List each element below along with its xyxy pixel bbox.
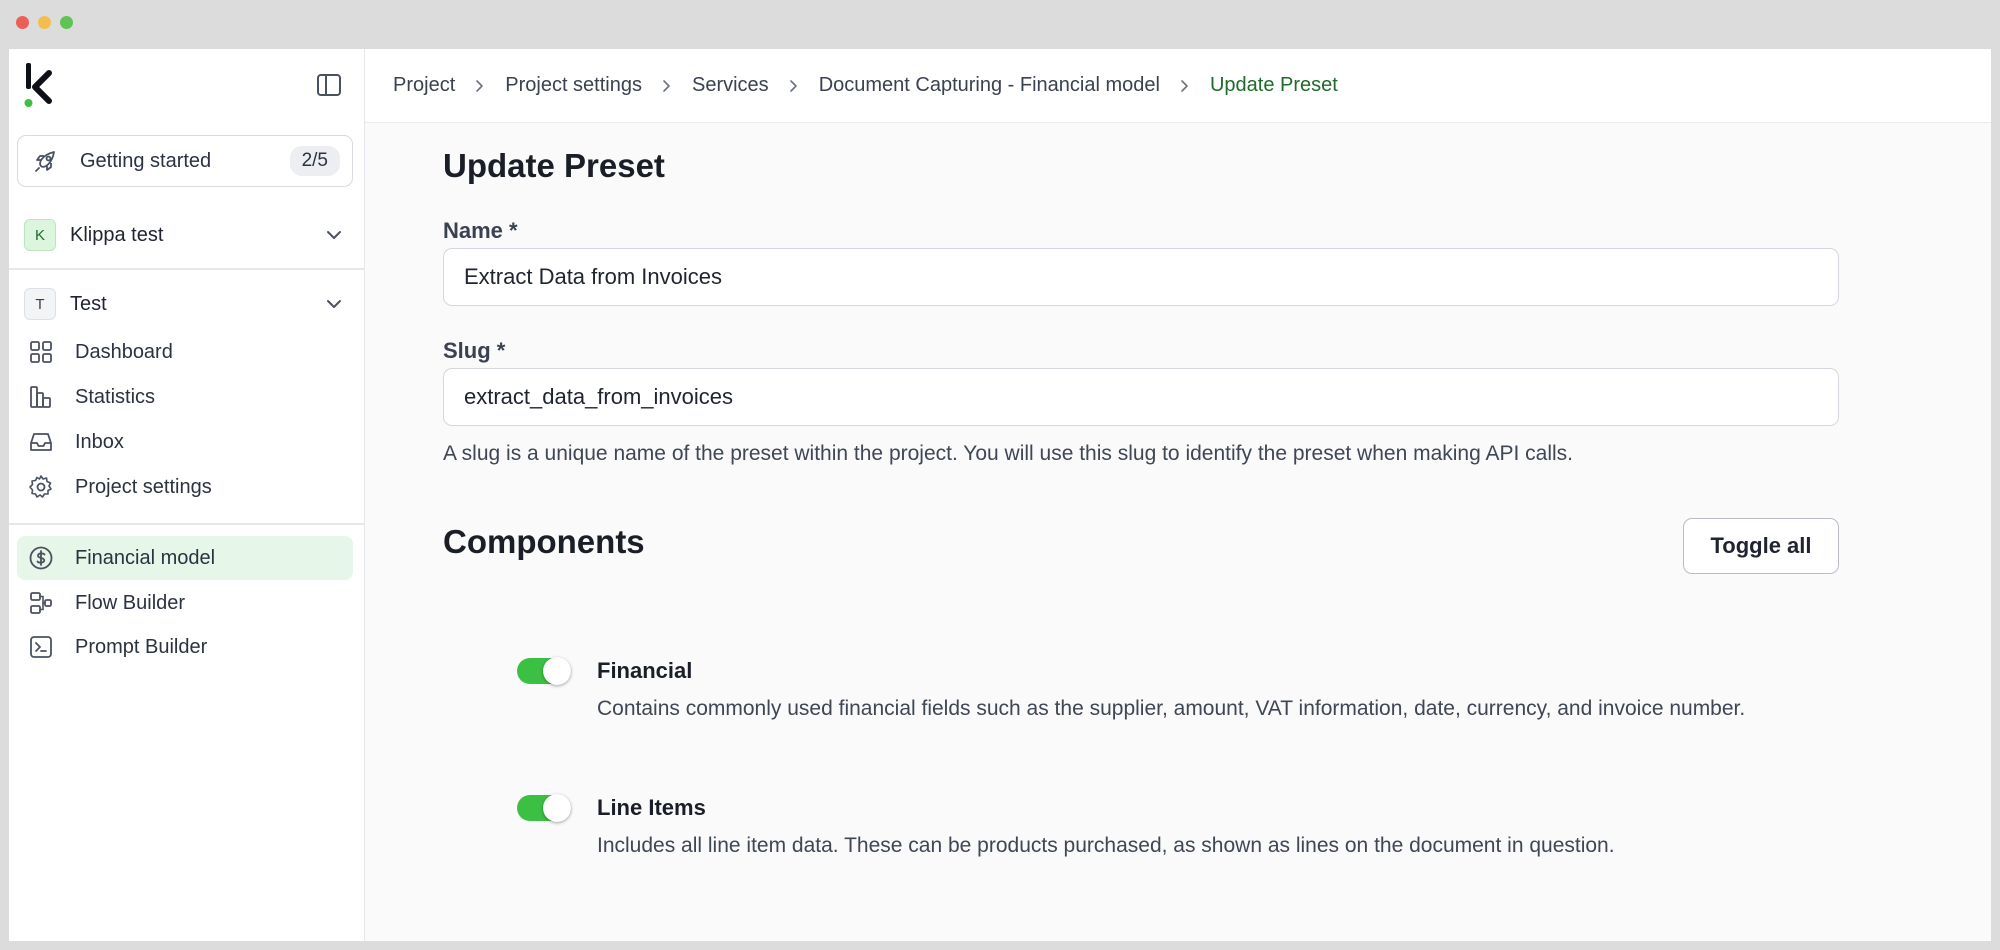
inbox-tray-icon bbox=[30, 433, 52, 451]
close-window-button[interactable] bbox=[16, 16, 29, 29]
sidebar-item-label: Statistics bbox=[75, 385, 156, 408]
getting-started-progress-badge: 2/5 bbox=[289, 146, 340, 176]
sidebar-collapse-icon[interactable] bbox=[315, 71, 343, 99]
breadcrumb-services[interactable]: Services bbox=[692, 74, 769, 97]
component-description: Contains commonly used financial fields … bbox=[597, 697, 1746, 720]
project-avatar: T bbox=[24, 288, 56, 320]
component-title: Line Items bbox=[597, 795, 706, 820]
toggle-knob bbox=[543, 657, 571, 685]
sidebar-item-project-settings[interactable]: Project settings bbox=[17, 465, 353, 509]
component-title: Financial bbox=[597, 658, 693, 683]
component-toggle-switch[interactable] bbox=[517, 794, 571, 822]
project-selector[interactable]: T Test bbox=[9, 278, 365, 330]
component-toggle-switch[interactable] bbox=[517, 657, 571, 685]
breadcrumb-project[interactable]: Project bbox=[393, 74, 455, 97]
components-section-title: Components bbox=[443, 523, 645, 560]
gear-icon bbox=[29, 475, 52, 498]
chevron-down-icon bbox=[327, 231, 341, 239]
sidebar-item-prompt-builder[interactable]: Prompt Builder bbox=[17, 625, 353, 669]
window-controls bbox=[16, 16, 73, 29]
chevron-down-icon bbox=[327, 300, 341, 308]
page-title: Update Preset bbox=[443, 147, 665, 184]
chevron-right-icon bbox=[789, 79, 797, 92]
sidebar-item-inbox[interactable]: Inbox bbox=[17, 420, 353, 464]
project-name: Test bbox=[70, 292, 107, 315]
organization-selector[interactable]: K Klippa test bbox=[9, 209, 365, 261]
getting-started-button[interactable]: Getting started 2/5 bbox=[17, 135, 353, 187]
main-content: Project Project settings Services Docume… bbox=[365, 49, 1991, 941]
chevron-right-icon bbox=[476, 79, 484, 92]
organization-name: Klippa test bbox=[70, 223, 164, 246]
component-description: Includes all line item data. These can b… bbox=[597, 834, 1615, 857]
organization-avatar: K bbox=[24, 219, 56, 251]
name-field-label: Name * bbox=[443, 218, 518, 243]
toggle-knob bbox=[543, 794, 571, 822]
breadcrumb-service[interactable]: Document Capturing - Financial model bbox=[819, 74, 1160, 97]
breadcrumb-current-page: Update Preset bbox=[1209, 74, 1338, 96]
sidebar: Getting started 2/5 K Klippa test T Test bbox=[9, 49, 365, 941]
sidebar-item-label: Project settings bbox=[75, 475, 212, 498]
sidebar-item-dashboard[interactable]: Dashboard bbox=[17, 330, 353, 374]
slug-help-text: A slug is a unique name of the preset wi… bbox=[443, 442, 1573, 465]
slug-input[interactable] bbox=[443, 368, 1839, 426]
sidebar-item-label: Financial model bbox=[75, 546, 216, 569]
sidebar-item-label: Flow Builder bbox=[75, 591, 186, 614]
maximize-window-button[interactable] bbox=[60, 16, 73, 29]
getting-started-label: Getting started bbox=[80, 149, 212, 172]
statistics-chart-icon bbox=[30, 386, 51, 408]
rocket-icon bbox=[35, 151, 55, 172]
toggle-all-button[interactable]: Toggle all bbox=[1683, 518, 1839, 574]
flow-builder-icon bbox=[30, 592, 52, 614]
app-window: Getting started 2/5 K Klippa test T Test bbox=[9, 49, 1991, 941]
chevron-right-icon bbox=[1181, 79, 1188, 92]
minimize-window-button[interactable] bbox=[38, 16, 51, 29]
breadcrumb-project-settings[interactable]: Project settings bbox=[505, 74, 642, 97]
dashboard-grid-icon bbox=[30, 341, 52, 363]
dollar-circle-icon bbox=[29, 546, 53, 570]
chevron-right-icon bbox=[663, 79, 670, 92]
sidebar-item-financial-model[interactable]: Financial model bbox=[17, 536, 353, 580]
sidebar-item-statistics[interactable]: Statistics bbox=[17, 375, 353, 419]
sidebar-item-label: Dashboard bbox=[75, 340, 173, 363]
slug-field-label: Slug * bbox=[443, 338, 506, 363]
sidebar-divider bbox=[9, 268, 365, 270]
klippa-logo-icon bbox=[24, 63, 52, 107]
breadcrumb: Project Project settings Services Docume… bbox=[365, 49, 1991, 123]
terminal-icon bbox=[30, 636, 52, 658]
sidebar-item-label: Prompt Builder bbox=[75, 635, 208, 658]
name-input[interactable] bbox=[443, 248, 1839, 306]
sidebar-item-label: Inbox bbox=[75, 430, 124, 453]
sidebar-divider bbox=[9, 523, 365, 525]
sidebar-header bbox=[9, 49, 364, 123]
sidebar-item-flow-builder[interactable]: Flow Builder bbox=[17, 581, 353, 625]
